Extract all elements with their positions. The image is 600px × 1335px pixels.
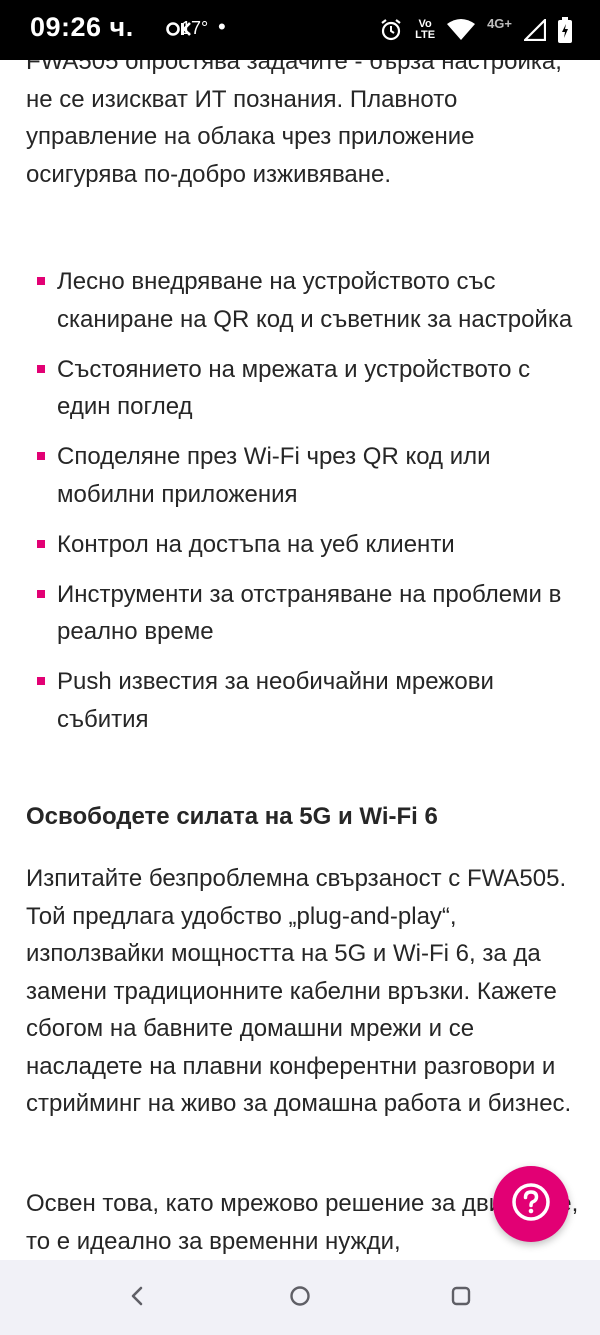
bullet-marker (37, 277, 45, 285)
list-item: Състоянието на мрежата и устройството с … (0, 351, 577, 426)
bullet-marker (37, 539, 45, 548)
features-list: Лесно внедряване на устройството със ска… (0, 263, 600, 751)
list-item-text: Инструменти за отстраняване на проблеми … (57, 580, 562, 646)
list-item: Контрол на достъпа на уеб клиенти (0, 526, 577, 564)
list-item: Инструменти за отстраняване на проблеми … (0, 576, 577, 651)
list-item-text: Споделяне през Wi-Fi чрез QR код или моб… (57, 443, 491, 508)
section-heading: Освободете силата на 5G и Wi-Fi 6 (26, 803, 438, 830)
body-paragraph: Изпитайте безпроблемна свързаност с FWA5… (26, 865, 572, 1117)
list-item-text: Push известия за необичайни мрежови съби… (57, 668, 494, 733)
list-item-text: Състоянието на мрежата и устройството с … (57, 355, 531, 421)
bullet-marker (37, 677, 45, 685)
back-button[interactable] (121, 1282, 153, 1314)
home-icon (288, 1284, 312, 1313)
bullet-marker (37, 452, 45, 460)
question-mark-icon (511, 1182, 551, 1227)
list-item: Споделяне през Wi-Fi чрез QR код или моб… (0, 438, 577, 513)
notification-dot: • (218, 14, 226, 39)
list-item-text: Лесно внедряване на устройството със ска… (57, 268, 573, 333)
volte-icon: Vo LTE (415, 19, 435, 41)
status-time: 09:26 ч. (30, 12, 134, 42)
status-temperature: 17° (181, 18, 209, 38)
status-bar: 09:26 ч. 17° • Vo LTE 4G+ (0, 0, 600, 60)
network-type: 4G+ (487, 15, 512, 31)
list-item: Лесно внедряване на устройството със ска… (0, 263, 577, 338)
bullet-marker (37, 364, 45, 373)
article-content[interactable]: FWA505 опростява задачите - бърза настро… (0, 60, 600, 1260)
intro-paragraph: FWA505 опростява задачите - бърза настро… (26, 60, 562, 188)
bullet-marker (37, 589, 45, 598)
help-button[interactable] (493, 1166, 569, 1242)
alarm-icon (379, 18, 403, 42)
status-icons: Vo LTE 4G+ (379, 14, 572, 46)
wifi-icon (447, 19, 476, 41)
list-item-text: Контрол на достъпа на уеб клиенти (57, 530, 455, 558)
lte-label: LTE (415, 29, 436, 41)
system-nav-bar (0, 1260, 600, 1335)
battery-icon (558, 17, 572, 43)
recents-icon (449, 1284, 473, 1313)
back-icon (127, 1285, 147, 1312)
home-button[interactable] (284, 1282, 316, 1314)
list-item: Push известия за необичайни мрежови съби… (0, 663, 577, 738)
recents-button[interactable] (445, 1282, 477, 1314)
cell-signal-icon (524, 19, 546, 41)
